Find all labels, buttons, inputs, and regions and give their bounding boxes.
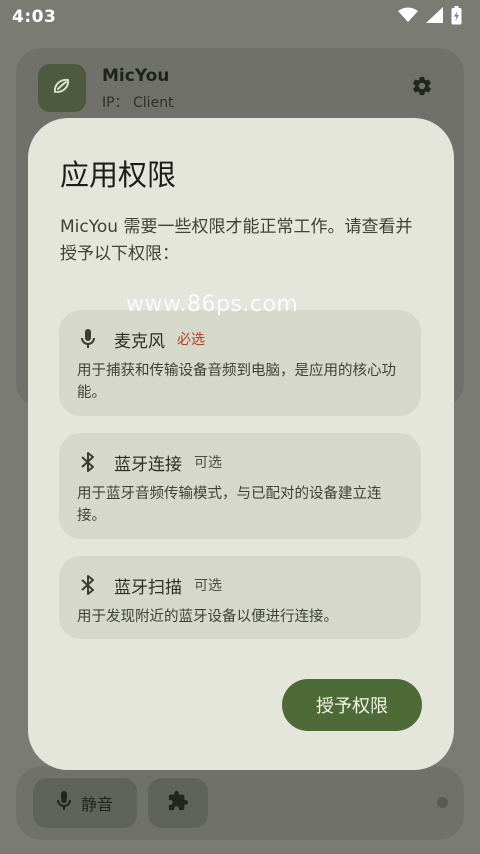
required-badge: 必选 xyxy=(177,332,205,348)
permission-name: 麦克风 xyxy=(114,331,165,352)
dialog-title: 应用权限 xyxy=(60,158,177,192)
permission-card-microphone: 麦克风 必选 用于捕获和传输设备音频到电脑，是应用的核心功能。 xyxy=(59,310,421,416)
optional-badge: 可选 xyxy=(194,455,222,471)
app-logo-icon xyxy=(51,75,73,101)
permission-description: 用于蓝牙音频传输模式，与已配对的设备建立连接。 xyxy=(77,486,382,524)
wifi-icon xyxy=(398,7,418,27)
puzzle-icon xyxy=(167,790,189,816)
mute-button[interactable]: 静音 xyxy=(33,778,137,828)
permission-name: 蓝牙连接 xyxy=(114,454,182,475)
permission-name: 蓝牙扫描 xyxy=(114,577,182,598)
app-logo xyxy=(38,64,86,112)
permission-description: 用于发现附近的蓝牙设备以便进行连接。 xyxy=(77,609,338,625)
plugin-button[interactable] xyxy=(148,778,208,828)
mic-icon xyxy=(77,328,99,350)
permission-dialog: 应用权限 MicYou 需要一些权限才能正常工作。请查看并授予以下权限： 麦克风… xyxy=(28,118,454,770)
bluetooth-icon xyxy=(77,574,99,596)
permission-card-bluetooth-connect: 蓝牙连接 可选 用于蓝牙音频传输模式，与已配对的设备建立连接。 xyxy=(59,433,421,539)
app-name: MicYou xyxy=(102,66,170,86)
signal-icon xyxy=(426,7,443,27)
permission-description: 用于捕获和传输设备音频到电脑，是应用的核心功能。 xyxy=(77,363,396,401)
connection-status-dot xyxy=(437,797,448,808)
settings-button[interactable] xyxy=(408,74,436,102)
watermark: www.86ps.com xyxy=(126,292,299,317)
grant-permissions-button[interactable]: 授予权限 xyxy=(282,679,422,731)
permission-card-bluetooth-scan: 蓝牙扫描 可选 用于发现附近的蓝牙设备以便进行连接。 xyxy=(59,556,421,639)
mute-label: 静音 xyxy=(80,795,113,814)
ip-label: IP： Client xyxy=(102,95,174,111)
gear-icon xyxy=(411,75,433,101)
mic-icon xyxy=(56,791,71,815)
dialog-message: MicYou 需要一些权限才能正常工作。请查看并授予以下权限： xyxy=(60,217,413,264)
bluetooth-icon xyxy=(77,451,99,473)
status-icons xyxy=(398,5,462,29)
status-bar: 4:03 xyxy=(0,0,480,34)
status-time: 4:03 xyxy=(12,7,57,27)
battery-icon xyxy=(451,5,462,29)
optional-badge: 可选 xyxy=(194,578,222,594)
